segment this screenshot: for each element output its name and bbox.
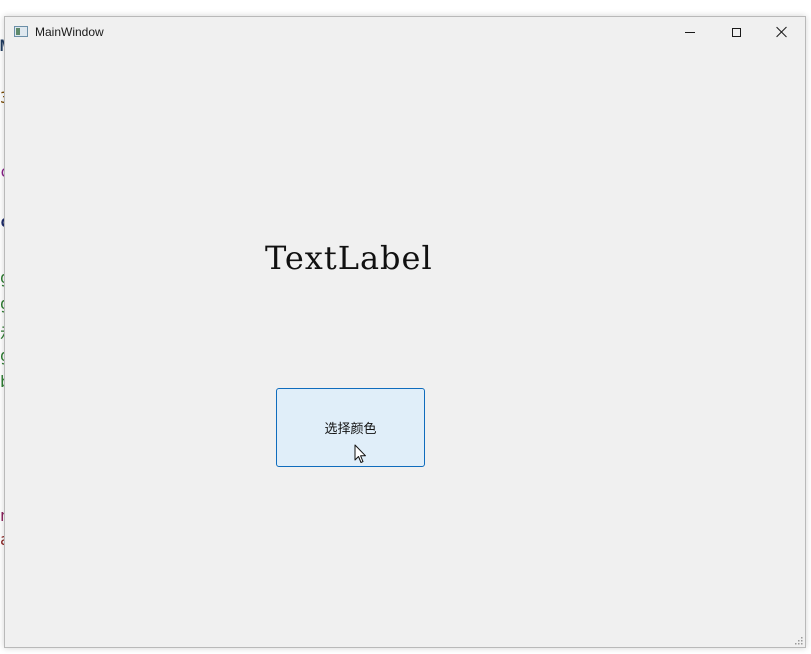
choose-color-button[interactable]: 选择颜色 [276, 388, 425, 467]
mouse-cursor-icon [354, 444, 366, 463]
central-widget: TextLabel 选择颜色 [5, 47, 805, 647]
text-label: TextLabel [265, 239, 433, 277]
main-window: MainWindow TextLabel 选择颜色 [4, 16, 806, 648]
minimize-icon [685, 31, 695, 33]
maximize-icon [731, 27, 741, 37]
maximize-button[interactable] [713, 17, 759, 47]
app-icon [14, 26, 28, 37]
title-bar[interactable]: MainWindow [5, 17, 805, 47]
close-button[interactable] [759, 17, 805, 47]
close-icon [776, 26, 788, 38]
minimize-button[interactable] [667, 17, 713, 47]
resize-grip-icon[interactable] [793, 635, 803, 645]
window-title: MainWindow [35, 25, 104, 39]
desktop: M 3 c c g g 示 g b n a MainWindow TextLab… [0, 0, 811, 654]
choose-color-button-label: 选择颜色 [324, 422, 377, 437]
